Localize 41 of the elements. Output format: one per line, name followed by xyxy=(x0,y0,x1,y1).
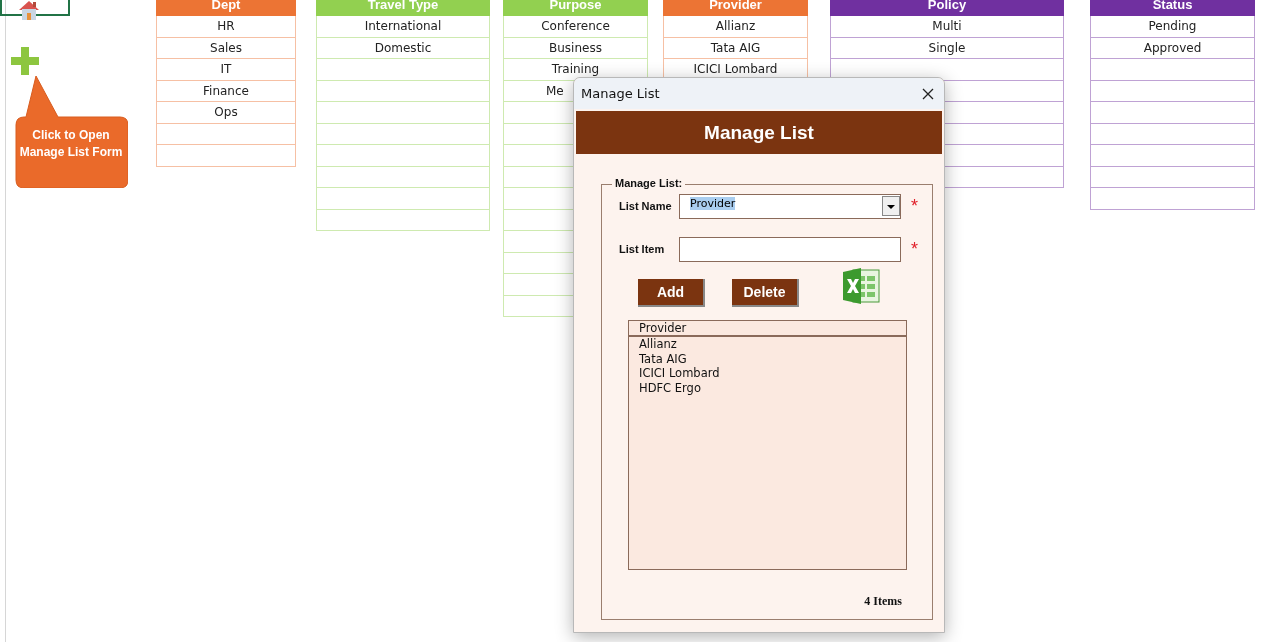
table-cell: Domestic xyxy=(316,37,490,59)
table-cell: Single xyxy=(830,37,1064,59)
table-cell: Approved xyxy=(1090,37,1255,59)
column-header: Provider xyxy=(663,0,808,16)
column-header: Status xyxy=(1090,0,1255,16)
add-button[interactable]: Add xyxy=(638,279,705,307)
list-item[interactable]: Tata AIG xyxy=(629,351,906,366)
column-header: Purpose xyxy=(503,0,648,16)
list-box[interactable]: Provider Allianz Tata AIG ICICI Lombard HDFC Ergo xyxy=(628,320,907,570)
table-cell: Conference xyxy=(503,16,648,38)
spreadsheet-icon[interactable] xyxy=(841,266,881,306)
delete-button[interactable]: Delete xyxy=(732,279,799,307)
table-cell: Ops xyxy=(156,102,296,124)
table-cell: Finance xyxy=(156,80,296,102)
column-header: Dept xyxy=(156,0,296,16)
table-cell: Multi xyxy=(830,16,1064,38)
column-header: Policy xyxy=(830,0,1064,16)
form-banner: Manage List xyxy=(576,111,942,154)
list-item[interactable]: ICICI Lombard xyxy=(629,366,906,381)
list-item[interactable]: Allianz xyxy=(629,337,906,352)
column-header: Travel Type xyxy=(316,0,490,16)
table-cell: IT xyxy=(156,59,296,81)
field-label: List Item xyxy=(619,243,666,255)
table-cell: Allianz xyxy=(663,16,808,38)
close-icon[interactable] xyxy=(922,87,934,100)
table-cell: International xyxy=(316,16,490,38)
input-field[interactable] xyxy=(679,236,901,262)
table-cell: Tata AIG xyxy=(663,37,808,59)
dropdown-field[interactable]: Provider xyxy=(679,193,901,219)
required-mark: * xyxy=(911,197,918,215)
field-label: List Name xyxy=(619,200,673,212)
dropdown-icon[interactable] xyxy=(882,195,900,216)
table-cell: Business xyxy=(503,37,648,59)
table-cell: HR xyxy=(156,16,296,38)
list-item[interactable]: HDFC Ergo xyxy=(629,380,906,395)
item-count: 4 Items xyxy=(864,594,902,609)
required-mark: * xyxy=(911,240,918,258)
list-header: Provider xyxy=(629,321,906,337)
table-cell: Sales xyxy=(156,37,296,59)
group-label: Manage List: xyxy=(612,177,686,189)
table-cell: Pending xyxy=(1090,16,1255,38)
